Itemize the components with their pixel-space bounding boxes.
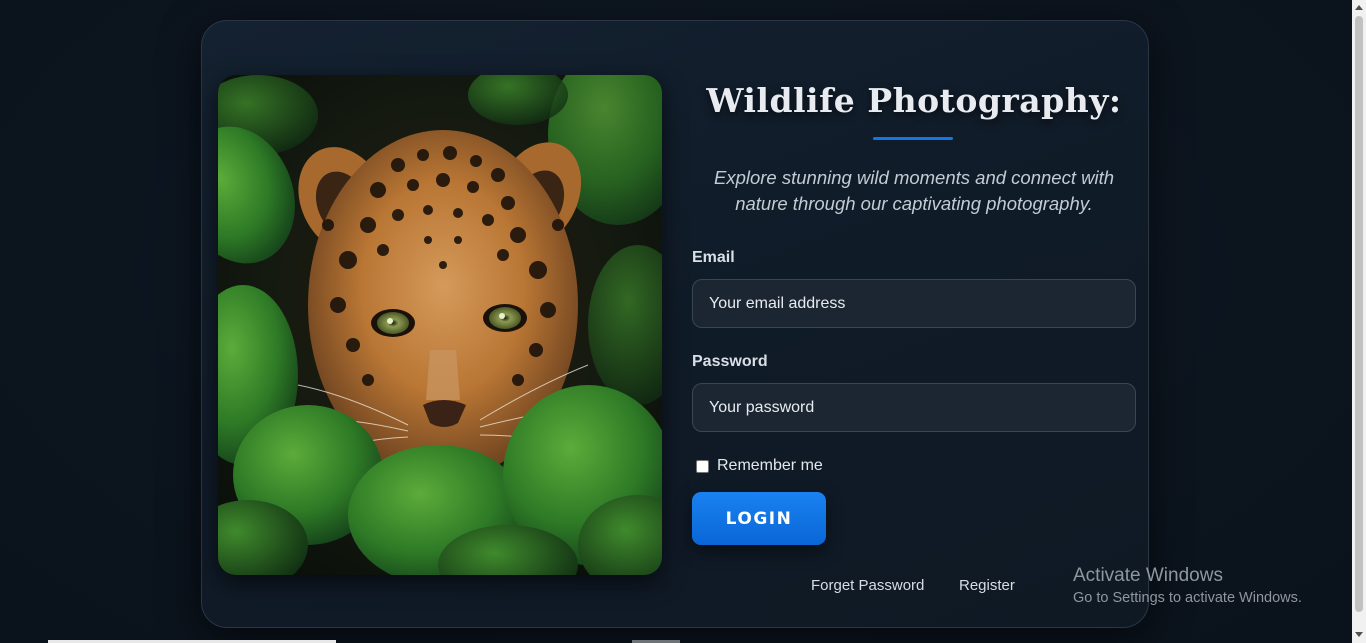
scroll-up-icon[interactable] <box>1355 5 1363 10</box>
page-subtitle: Explore stunning wild moments and connec… <box>713 167 1115 214</box>
email-field[interactable] <box>692 279 1136 328</box>
remember-me-checkbox[interactable] <box>696 459 709 473</box>
page-title: Wildlife Photography: <box>706 81 1122 120</box>
leopard-photo <box>218 75 662 575</box>
activate-windows-watermark: Activate Windows Go to Settings to activ… <box>1073 565 1302 608</box>
remember-me[interactable]: Remember me <box>696 457 823 475</box>
watermark-title: Activate Windows <box>1073 565 1223 586</box>
remember-me-label: Remember me <box>717 457 823 474</box>
password-field[interactable] <box>692 383 1136 432</box>
vertical-scrollbar[interactable] <box>1352 0 1366 643</box>
forget-password-link[interactable]: Forget Password <box>811 577 924 594</box>
scroll-thumb[interactable] <box>1355 16 1363 612</box>
title-underline <box>873 137 953 140</box>
password-label: Password <box>692 353 768 370</box>
scroll-down-icon[interactable] <box>1355 632 1363 637</box>
watermark-subtitle: Go to Settings to activate Windows. <box>1073 590 1302 606</box>
email-label: Email <box>692 249 735 266</box>
login-button[interactable]: LOGIN <box>692 492 826 545</box>
login-card: Wildlife Photography: Explore stunning w… <box>201 20 1149 628</box>
register-link[interactable]: Register <box>959 577 1015 594</box>
